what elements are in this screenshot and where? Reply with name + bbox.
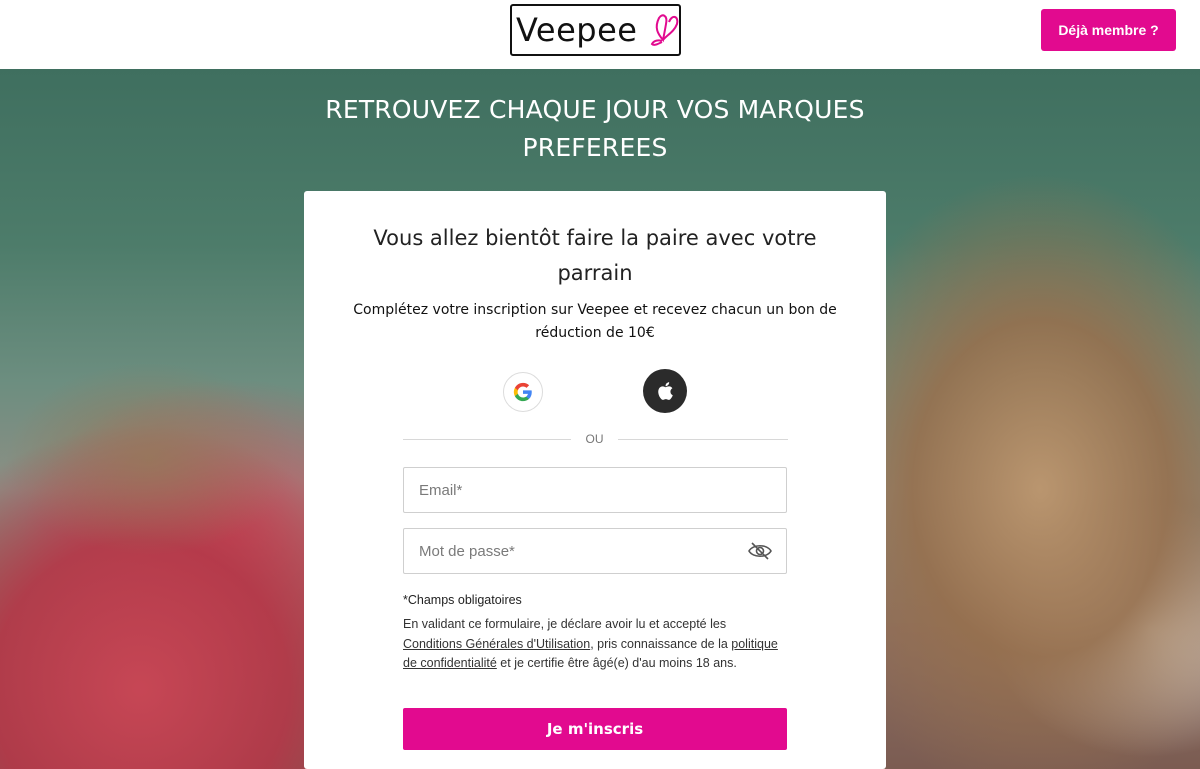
signup-card: Vous allez bientôt faire la paire avec v… — [304, 191, 886, 769]
apple-signin-button[interactable] — [643, 369, 687, 413]
email-field[interactable] — [403, 467, 787, 513]
hero-title: RETROUVEZ CHAQUE JOUR VOS MARQUES PREFER… — [325, 95, 865, 162]
already-member-button[interactable]: Déjà membre ? — [1041, 9, 1176, 51]
required-fields-note: *Champs obligatoires — [403, 593, 522, 607]
legal-text-part1: En validant ce formulaire, je déclare av… — [403, 617, 727, 631]
card-subtitle: Complétez votre inscription sur Veepee e… — [353, 302, 837, 341]
logo-text: Veepee — [516, 11, 638, 49]
separator-line-right — [618, 439, 788, 440]
separator-text: OU — [585, 432, 604, 446]
legal-text: En validant ce formulaire, je déclare av… — [403, 615, 787, 674]
terms-link[interactable]: Conditions Générales d'Utilisation — [403, 637, 590, 651]
google-signin-button[interactable] — [503, 372, 543, 412]
eye-slash-icon[interactable] — [747, 541, 773, 561]
legal-text-part2: , pris connaissance de la — [590, 636, 732, 651]
legal-text-part3: et je certifie être âgé(e) d'au moins 18… — [496, 656, 737, 671]
card-title: Vous allez bientôt faire la paire avec v… — [373, 226, 817, 285]
password-field[interactable] — [403, 528, 787, 574]
butterfly-icon — [650, 14, 679, 46]
google-icon — [513, 382, 532, 402]
apple-icon — [658, 382, 673, 400]
veepee-logo[interactable]: Veepee — [510, 4, 681, 56]
site-header: Veepee Déjà membre ? — [0, 0, 1200, 69]
separator-line-left — [403, 439, 571, 440]
signup-submit-button[interactable]: Je m'inscris — [403, 708, 787, 750]
